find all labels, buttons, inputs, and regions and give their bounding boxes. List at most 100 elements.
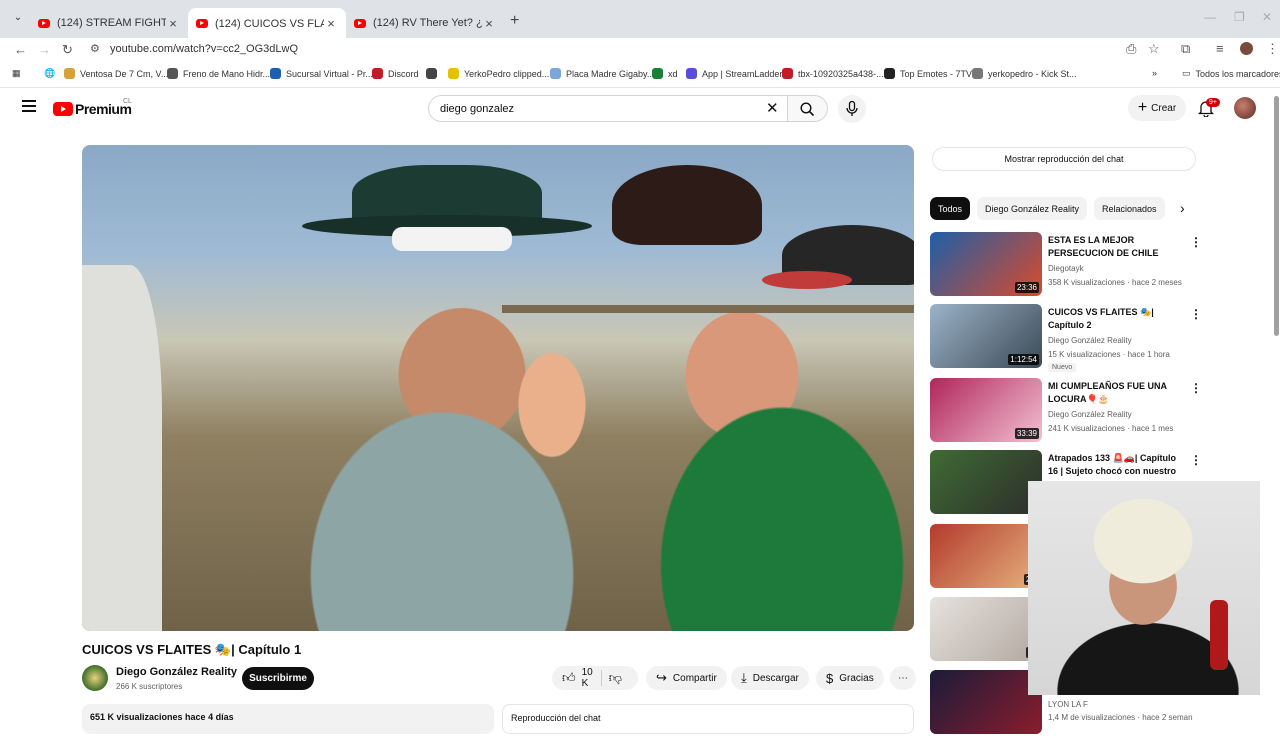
rec-thumbnail[interactable]: 1:12:54	[930, 304, 1042, 368]
browser-tab-active[interactable]: (124) CUICOS VS FLAITES 🎭| Ca ×	[188, 8, 346, 38]
rec-more-icon[interactable]: ⋮	[1190, 453, 1202, 467]
bookmarks-bar: ▦ 🌐 Ventosa De 7 Cm, V... Freno de Mano …	[0, 62, 1280, 88]
media-icon[interactable]: ≡	[1216, 41, 1224, 56]
minimize-icon[interactable]: —	[1204, 10, 1216, 24]
install-icon[interactable]: ⎙	[1126, 41, 1136, 57]
forward-icon[interactable]: →	[38, 42, 51, 57]
chat-replay-header: Reproducción del chat	[511, 713, 601, 723]
search-box	[428, 95, 788, 122]
chip-related[interactable]: Relacionados	[1094, 197, 1165, 220]
apps-grid-icon[interactable]: ▦	[12, 68, 21, 79]
dislike-icon[interactable]: 👎︎	[609, 670, 622, 686]
rec-title[interactable]: CUICOS VS FLAITES 🎭| Capítulo 2	[1048, 306, 1183, 332]
rec-thumbnail[interactable]: 24:	[930, 524, 1042, 588]
rec-thumbnail[interactable]: 23:36	[930, 232, 1042, 296]
extensions-icon[interactable]: ⧉	[1181, 41, 1190, 57]
bookmark-label: Ventosa De 7 Cm, V...	[80, 69, 168, 79]
rec-duration: 1:12:54	[1008, 354, 1039, 365]
rec-more-icon[interactable]: ⋮	[1190, 381, 1202, 395]
download-icon: ⤓	[741, 670, 747, 686]
rec-thumbnail[interactable]	[930, 670, 1042, 734]
rec-channel[interactable]: Diegotayk	[1048, 264, 1084, 273]
more-actions-button[interactable]: ⋯	[890, 666, 916, 690]
bookmark-item[interactable]: yerkopedro - Kick St...	[972, 68, 1077, 79]
video-player[interactable]	[82, 145, 914, 631]
bookmark-item[interactable]: Discord	[372, 68, 419, 79]
maximize-icon[interactable]: ❐	[1234, 10, 1245, 24]
thanks-button[interactable]: $ Gracias	[816, 666, 884, 690]
bookmarks-overflow-icon[interactable]: »	[1152, 68, 1157, 78]
bookmark-item[interactable]: Sucursal Virtual - Pr...	[270, 68, 373, 79]
rec-channel[interactable]: Diego González Reality	[1048, 410, 1132, 419]
browser-tab[interactable]: (124) RV There Yet? ¿Sera el nue ×	[346, 8, 504, 38]
rec-channel[interactable]: Diego González Reality	[1048, 336, 1132, 345]
like-count[interactable]: 10 K	[582, 667, 593, 689]
reload-icon[interactable]: ↻	[62, 42, 73, 58]
bookmark-item[interactable]: xd	[652, 68, 678, 79]
bookmark-item[interactable]: YerkoPedro clipped...	[448, 68, 549, 79]
video-frame-hair	[612, 165, 762, 245]
channel-name[interactable]: Diego González Reality	[116, 666, 237, 678]
tab-close-icon[interactable]: ×	[166, 16, 180, 31]
bookmark-favicon-icon	[884, 68, 895, 79]
bookmark-globe-icon[interactable]: 🌐	[44, 68, 55, 79]
all-bookmarks[interactable]: ▭Todos los marcadores	[1182, 68, 1280, 79]
rec-title[interactable]: MI CUMPLEAÑOS FUE UNA LOCURA🎈🎂	[1048, 380, 1183, 406]
chat-replay-panel[interactable]: Reproducción del chat	[502, 704, 914, 734]
voice-search-button[interactable]	[838, 95, 866, 123]
back-icon[interactable]: ←	[14, 42, 27, 57]
browser-menu-icon[interactable]: ⋮	[1266, 41, 1279, 57]
share-button[interactable]: ↪ Compartir	[646, 666, 727, 690]
chevron-right-icon[interactable]: ›	[1180, 200, 1185, 216]
profile-avatar-icon[interactable]	[1240, 42, 1253, 55]
site-info-icon[interactable]: ⚙	[90, 42, 100, 55]
chip-all[interactable]: Todos	[930, 197, 970, 220]
page-scrollbar[interactable]	[1274, 96, 1279, 336]
recommendation-item[interactable]: 23:36ESTA ES LA MEJOR PERSECUCION DE CHI…	[930, 232, 1200, 298]
description-box[interactable]: 651 K visualizaciones hace 4 días	[82, 704, 494, 734]
bookmark-item[interactable]: Ventosa De 7 Cm, V...	[64, 68, 168, 79]
download-button[interactable]: ⤓ Descargar	[731, 666, 809, 690]
bookmark-item[interactable]: Placa Madre Gigaby...	[550, 68, 654, 79]
thanks-icon: $	[826, 671, 833, 686]
recommendation-item[interactable]: 1:12:54 CUICOS VS FLAITES 🎭| Capítulo 2 ⋮ D…	[930, 304, 1200, 370]
subscribe-button[interactable]: Suscribirme	[242, 667, 314, 690]
youtube-premium-logo[interactable]: Premium CL	[53, 101, 131, 117]
bookmark-item[interactable]: App | StreamLadder	[686, 68, 782, 79]
rec-meta: 1,4 M de visualizaciones · hace 2 seman	[1048, 713, 1193, 722]
rec-thumbnail[interactable]: 33:39	[930, 378, 1042, 442]
search-input[interactable]	[440, 103, 740, 115]
bookmark-item[interactable]	[426, 68, 442, 79]
bookmark-item[interactable]: Top Emotes - 7TV	[884, 68, 972, 79]
share-label: Compartir	[673, 673, 717, 684]
bookmark-star-icon[interactable]: ☆	[1148, 41, 1160, 57]
menu-icon[interactable]	[22, 100, 36, 115]
rec-thumbnail[interactable]: 33	[930, 597, 1042, 661]
tab-close-icon[interactable]: ×	[324, 16, 338, 31]
browser-tab[interactable]: (124) STREAM FIGHTERS 4 "DIR ×	[30, 8, 188, 38]
rec-thumbnail[interactable]	[930, 450, 1042, 514]
bookmark-item[interactable]: tbx-10920325a438-...	[782, 68, 884, 79]
rec-channel[interactable]: LYON LA F	[1048, 700, 1088, 709]
search-clear-icon[interactable]: ✕	[766, 99, 779, 117]
recommendation-item[interactable]: 33:39MI CUMPLEAÑOS FUE UNA LOCURA🎈🎂 ⋮ Dieg…	[930, 378, 1200, 444]
bookmark-item[interactable]: Freno de Mano Hidr...	[167, 68, 270, 79]
search-button[interactable]	[788, 95, 828, 122]
rec-title[interactable]: ESTA ES LA MEJOR PERSECUCION DE CHILE	[1048, 234, 1183, 260]
like-icon[interactable]: 👍︎	[562, 670, 576, 686]
views-and-date: 651 K visualizaciones hace 4 días	[90, 712, 234, 722]
show-chat-replay-button[interactable]: Mostrar reproducción del chat	[932, 147, 1196, 171]
chip-channel[interactable]: Diego González Reality	[977, 197, 1087, 220]
tab-search-icon[interactable]: ⌄	[10, 12, 26, 28]
new-tab-icon[interactable]: +	[510, 12, 519, 30]
rec-title[interactable]: Atrapados 133 🚨🚗| Capítulo 16 | Sujeto c…	[1048, 452, 1183, 478]
url-field[interactable]: youtube.com/watch?v=cc2_OG3dLwQ	[110, 43, 298, 55]
close-window-icon[interactable]: ✕	[1262, 10, 1272, 24]
create-button[interactable]: + Crear	[1128, 95, 1186, 121]
bookmark-favicon-icon	[448, 68, 459, 79]
tab-close-icon[interactable]: ×	[482, 16, 496, 31]
rec-more-icon[interactable]: ⋮	[1190, 307, 1202, 321]
channel-avatar[interactable]	[82, 665, 108, 691]
rec-more-icon[interactable]: ⋮	[1190, 235, 1202, 249]
account-avatar[interactable]	[1234, 97, 1256, 119]
